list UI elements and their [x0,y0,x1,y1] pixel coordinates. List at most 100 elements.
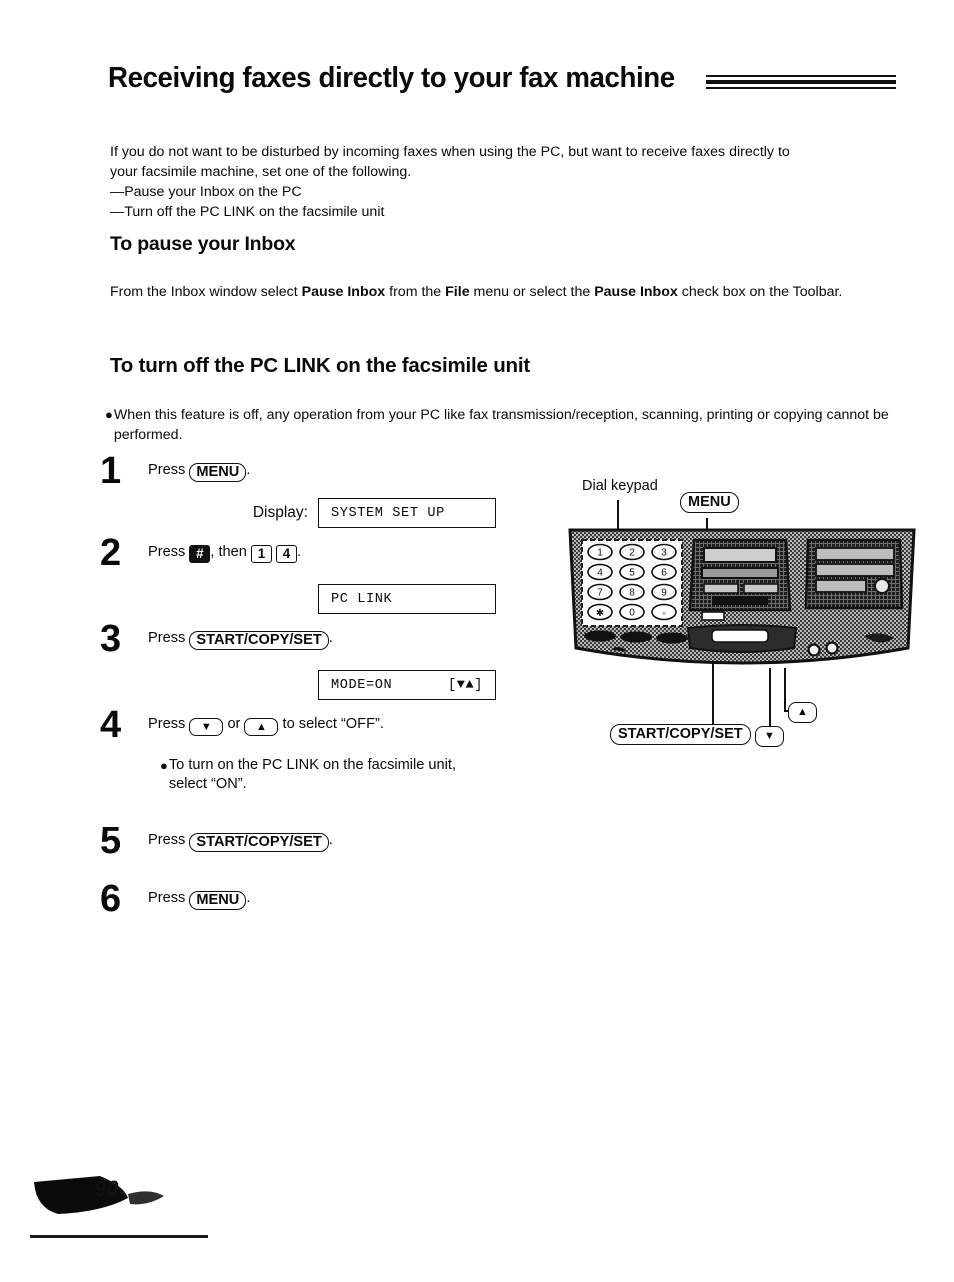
keypad-key-1: 1 [597,548,603,559]
dial-keypad-label: Dial keypad [582,478,658,494]
step-2-press-label: Press [148,544,186,560]
step-1-instruction: Press MENU. [148,458,520,482]
step-4-number: 4 [100,704,122,746]
heading-rule-line-2 [706,79,896,84]
step-2-period: . [297,544,302,560]
intro-line-1: If you do not want to be disturbed by in… [110,144,790,160]
start-copy-set-key-2: START/COPY/SET [189,833,329,852]
keypad-key-4: 4 [597,568,603,579]
display-right-3: [▼▲] [447,677,483,693]
pause-bold-3: Pause Inbox [594,284,678,300]
intro-option-2: —Turn off the PC LINK on the facsimile u… [110,204,385,220]
keypad-key-star: ✱ [596,608,604,619]
page-number: 90 [94,1176,119,1201]
keypad-key-hash: ▫ [662,608,665,618]
pause-text-1: From the Inbox window select [110,284,302,300]
keypad-key-0: 0 [629,608,635,619]
step-4-instruction: Press ▼ or ▲ to select “OFF”. [148,712,520,736]
footer-page-number-area: 90 [32,1168,232,1222]
step-4-tail-label: to select “OFF”. [282,716,384,732]
menu-key-2: MENU [189,891,247,910]
step-2-instruction: Press #, then 1 4. [148,540,520,563]
display-box-system-set-up: SYSTEM SET UP [318,498,496,528]
bullet-dot-icon: ● [105,407,113,422]
fax-control-panel-diagram: Dial keypad MENU 1 2 3 4 5 6 7 8 9 ✱ 0 ▫… [560,478,936,778]
heading-rule-line-3 [706,86,896,89]
keypad-key-3: 3 [661,548,667,559]
intro-paragraph: If you do not want to be disturbed by in… [110,142,892,222]
heading-turn-off-pclink: To turn off the PC LINK on the facsimile… [110,354,530,377]
menu-callout-key: MENU [680,492,739,513]
step-2: 2 Press #, then 1 4. [100,534,520,574]
pause-text-4: check box on the Toolbar. [677,284,843,300]
digit-key-4: 4 [276,545,298,563]
step-4: 4 Press ▼ or ▲ to select “OFF”. [100,706,520,744]
keypad-key-6: 6 [661,568,667,579]
display-box-pc-link: PC LINK [318,584,496,614]
step-5-instruction: Press START/COPY/SET. [148,828,520,852]
pause-text-2: from the [385,284,446,300]
keypad-key-9: 9 [661,588,667,599]
heading-pause-inbox: To pause your Inbox [110,233,296,255]
step-3-press-label: Press [148,630,186,646]
menu-key: MENU [189,463,247,482]
step-6-instruction: Press MENU. [148,886,520,910]
intro-option-1: —Pause your Inbox on the PC [110,184,302,200]
step-4-note-text: To turn on the PC LINK on the facsimile … [169,756,456,794]
step-1-press-label: Press [148,462,186,478]
keypad-key-2: 2 [629,548,635,559]
control-panel-illustration: 1 2 3 4 5 6 7 8 9 ✱ 0 ▫ [568,528,916,665]
heading-rule [706,69,896,89]
bullet-pclink: ● When this feature is off, any operatio… [105,405,895,445]
step-5-period: . [328,832,333,848]
step-5-number: 5 [100,820,122,862]
footer-rule [30,1235,208,1238]
step-2-number: 2 [100,532,122,574]
arrow-up-key: ▲ [244,718,279,736]
step-3: 3 Press START/COPY/SET. [100,620,520,660]
step-3-display-row: MODE=ON [▼▲] [148,670,520,700]
step-1: 1 Press MENU. [100,452,520,492]
step-4-note: ● To turn on the PC LINK on the facsimil… [160,756,520,794]
start-copy-set-callout-key: START/COPY/SET [610,724,751,745]
step-1-number: 1 [100,450,122,492]
step-4-press-label: Press [148,716,186,732]
document-page: Receiving faxes directly to your fax mac… [0,0,954,1282]
step-5-press-label: Press [148,832,186,848]
display-text-1: SYSTEM SET UP [331,505,445,521]
step-6-press-label: Press [148,890,186,906]
pause-bold-1: Pause Inbox [301,284,386,300]
up-arrow-callout-key: ▲ [788,702,817,723]
step-3-number: 3 [100,618,122,660]
step-6: 6 Press MENU. [100,880,520,920]
display-box-mode: MODE=ON [▼▲] [318,670,496,700]
keypad-key-5: 5 [629,568,635,579]
pause-text-3: menu or select the [469,284,595,300]
steps-list: 1 Press MENU. Display: SYSTEM SET UP 2 P… [100,452,520,920]
step-2-then-label: , then [210,544,247,560]
display-text-3: MODE=ON [331,677,393,693]
control-panel-body: 1 2 3 4 5 6 7 8 9 ✱ 0 ▫ [564,524,920,692]
step-4-or-label: or [227,716,241,732]
start-copy-set-key: START/COPY/SET [189,631,329,650]
note-bullet-icon: ● [160,758,168,773]
display-text-2: PC LINK [331,591,393,607]
arrow-down-key: ▼ [189,718,224,736]
scan-smudge-artifact [34,1176,164,1214]
keypad-key-7: 7 [597,588,603,599]
step-5: 5 Press START/COPY/SET. [100,822,520,862]
keypad-key-8: 8 [629,588,635,599]
bullet-pclink-text: When this feature is off, any operation … [113,407,889,443]
page-header: Receiving faxes directly to your fax mac… [108,62,896,95]
down-arrow-callout-key: ▼ [755,726,784,747]
paragraph-pause-inbox: From the Inbox window select Pause Inbox… [110,282,894,302]
display-label: Display: [252,504,308,521]
step-4-note-line-1: To turn on the PC LINK on the facsimile … [168,757,457,773]
step-3-instruction: Press START/COPY/SET. [148,626,520,650]
digit-key-1: 1 [250,545,272,563]
pause-bold-2: File [445,284,470,300]
step-3-period: . [328,630,333,646]
step-1-display-row: Display: SYSTEM SET UP [148,498,520,528]
step-4-note-line-2: select “ON”. [168,776,247,792]
step-6-number: 6 [100,878,122,920]
